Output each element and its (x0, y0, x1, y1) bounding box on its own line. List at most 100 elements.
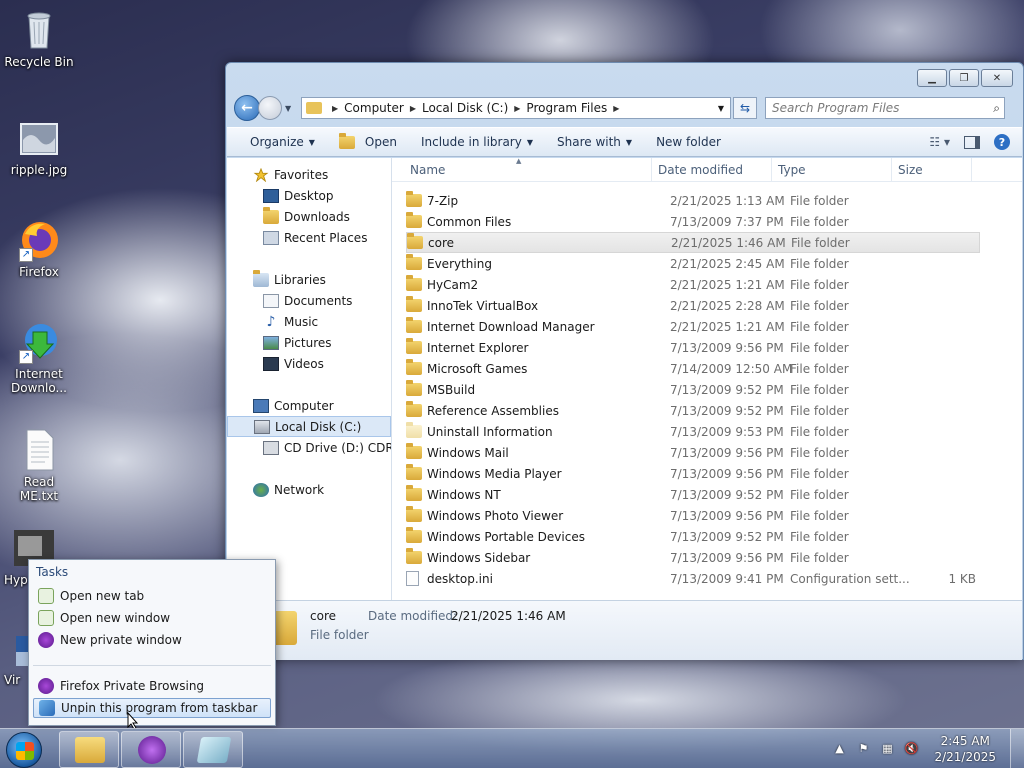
desktop-icon-readme[interactable]: Read ME.txt (4, 428, 74, 503)
include-in-library-button[interactable]: Include in library ▼ (409, 135, 545, 149)
column-header-name[interactable]: ▲ Name (392, 157, 652, 181)
column-header-date[interactable]: Date modified (652, 158, 772, 181)
file-row[interactable]: Microsoft Games 7/14/2009 12:50 AM File fo… (406, 358, 980, 379)
nav-cd-drive[interactable]: CD Drive (D:) CDROM (227, 437, 391, 458)
jump-list-new-private-window[interactable]: New private window (33, 630, 271, 650)
nav-videos[interactable]: Videos (227, 353, 391, 374)
file-row[interactable]: Windows Mail 7/13/2009 9:56 PM File folder (406, 442, 980, 463)
file-row[interactable]: Windows NT 7/13/2009 9:52 PM File folder (406, 484, 980, 505)
file-row[interactable]: Internet Download Manager 2/21/2025 1:21 … (406, 316, 980, 337)
nav-desktop[interactable]: Desktop (227, 185, 391, 206)
file-name: Uninstall Information (427, 424, 553, 439)
refresh-button[interactable]: ⇆ (733, 97, 757, 119)
minimize-button[interactable]: ▁ (917, 69, 947, 87)
desktop-icon-ripple[interactable]: ripple.jpg (4, 116, 74, 177)
nav-libraries[interactable]: Libraries (227, 269, 391, 290)
breadcrumb-computer[interactable]: Computer (344, 101, 404, 115)
nav-downloads[interactable]: Downloads (227, 206, 391, 227)
new-folder-button[interactable]: New folder (644, 135, 733, 149)
file-row[interactable]: Reference Assemblies 7/13/2009 9:52 PM Fil… (406, 400, 980, 421)
preview-pane-button[interactable] (964, 135, 980, 149)
nav-music[interactable]: ♪ Music (227, 311, 391, 332)
organize-button[interactable]: Organize ▼ (227, 135, 327, 149)
folder-icon (406, 296, 422, 312)
clock[interactable]: 2:45 AM 2/21/2025 (934, 733, 996, 765)
pictures-icon (263, 335, 279, 350)
file-row[interactable]: desktop.ini 7/13/2009 9:41 PM Configuratio… (406, 568, 980, 589)
file-row[interactable]: InnoTek VirtualBox 2/21/2025 2:28 AM File … (406, 295, 980, 316)
taskbar-firefox-private[interactable] (121, 731, 181, 768)
file-row[interactable]: 7-Zip 2/21/2025 1:13 AM File folder (406, 190, 980, 211)
file-type: File folder (790, 445, 849, 460)
breadcrumb-local-disk[interactable]: Local Disk (C:) (422, 101, 508, 115)
file-row[interactable]: HyCam2 2/21/2025 1:21 AM File folder (406, 274, 980, 295)
maximize-button[interactable]: ❐ (949, 69, 979, 87)
nav-pictures[interactable]: Pictures (227, 332, 391, 353)
view-options-button[interactable]: ☷ ▾ (929, 135, 950, 149)
jump-list-app[interactable]: Firefox Private Browsing (33, 676, 271, 696)
jump-list-new-tab[interactable]: Open new tab (33, 586, 271, 606)
start-button[interactable] (6, 732, 42, 768)
nav-documents[interactable]: Documents (227, 290, 391, 311)
jump-list-unpin[interactable]: Unpin this program from taskbar (33, 698, 271, 718)
nav-network[interactable]: Network (227, 479, 391, 500)
jump-list-label: Open new window (60, 611, 171, 625)
file-type: File folder (790, 508, 849, 523)
file-row[interactable]: Windows Media Player 7/13/2009 9:56 PM Fil… (406, 463, 980, 484)
jump-list-divider (33, 665, 271, 666)
help-icon[interactable]: ? (994, 134, 1010, 150)
firefox-jump-list: Tasks Open new tab Open new window New p… (28, 559, 276, 726)
shortcut-arrow-icon: ↗ (19, 248, 33, 262)
volume-muted-icon[interactable]: 🔇 (904, 742, 919, 756)
file-type: File folder (790, 424, 849, 439)
show-hidden-icons-icon[interactable]: ▲ (832, 742, 846, 756)
file-row-selected[interactable]: core 2/21/2025 1:46 AM File folder (406, 232, 980, 253)
folder-icon (406, 548, 422, 564)
file-row[interactable]: Everything 2/21/2025 2:45 AM File folder (406, 253, 980, 274)
file-date: 2/21/2025 2:45 AM (670, 256, 785, 271)
column-header-size[interactable]: Size (892, 158, 972, 181)
breadcrumb-separator-icon[interactable]: ▶ (514, 104, 520, 113)
search-icon[interactable]: ⌕ (993, 101, 1000, 116)
file-row[interactable]: Windows Sidebar 7/13/2009 9:56 PM File fol… (406, 547, 980, 568)
action-center-flag-icon[interactable]: ⚑ (856, 742, 870, 756)
jump-list-new-window[interactable]: Open new window (33, 608, 271, 628)
column-label: Date modified (658, 162, 744, 177)
nav-local-disk[interactable]: Local Disk (C:) (227, 416, 391, 437)
file-row[interactable]: Common Files 7/13/2009 7:37 PM File folder (406, 211, 980, 232)
file-type: Configuration sett... (790, 571, 910, 586)
command-bar: Organize ▼ Open Include in library ▼ Share… (227, 127, 1022, 157)
breadcrumb-separator-icon[interactable]: ▶ (613, 104, 619, 113)
address-dropdown-icon[interactable]: ▼ (718, 104, 724, 113)
desktop-icon-firefox[interactable]: ↗ Firefox (4, 218, 74, 279)
file-row[interactable]: MSBuild 7/13/2009 9:52 PM File folder (406, 379, 980, 400)
taskbar-explorer[interactable] (59, 731, 119, 768)
share-with-button[interactable]: Share with ▼ (545, 135, 644, 149)
forward-button[interactable] (258, 96, 282, 120)
file-row[interactable]: Internet Explorer 7/13/2009 9:56 PM File f… (406, 337, 980, 358)
file-type: File folder (790, 298, 849, 313)
file-row[interactable]: Uninstall Information 7/13/2009 9:53 PM Fi… (406, 421, 980, 442)
close-button[interactable]: ✕ (981, 69, 1013, 87)
taskbar-notepad[interactable] (183, 731, 243, 768)
desktop-icon-label: Hyp (4, 573, 28, 587)
breadcrumb-separator-icon[interactable]: ▶ (332, 104, 338, 113)
nav-computer[interactable]: Computer (227, 395, 391, 416)
address-bar[interactable]: ▶ Computer ▶ Local Disk (C:) ▶ Program F… (301, 97, 731, 119)
recent-pages-dropdown[interactable]: ▼ (285, 104, 295, 113)
shortcut-arrow-icon: ↗ (19, 350, 33, 364)
file-row[interactable]: Windows Portable Devices 7/13/2009 9:52 P… (406, 526, 980, 547)
nav-favorites[interactable]: Favorites (227, 164, 391, 185)
search-input[interactable]: Search Program Files ⌕ (765, 97, 1005, 119)
file-row[interactable]: Windows Photo Viewer 7/13/2009 9:56 PM Fil… (406, 505, 980, 526)
breadcrumb-program-files[interactable]: Program Files (526, 101, 607, 115)
desktop-icon-idm[interactable]: ↗ Internet Downlo... (4, 320, 74, 395)
open-button[interactable]: Open (327, 132, 409, 149)
show-desktop-button[interactable] (1010, 729, 1024, 768)
nav-recent-places[interactable]: Recent Places (227, 227, 391, 248)
breadcrumb-separator-icon[interactable]: ▶ (410, 104, 416, 113)
network-status-icon[interactable]: ▦ (880, 742, 894, 756)
back-button[interactable]: ← (234, 95, 260, 121)
desktop-icon-recycle-bin[interactable]: Recycle Bin (4, 8, 74, 69)
column-header-type[interactable]: Type (772, 158, 892, 181)
